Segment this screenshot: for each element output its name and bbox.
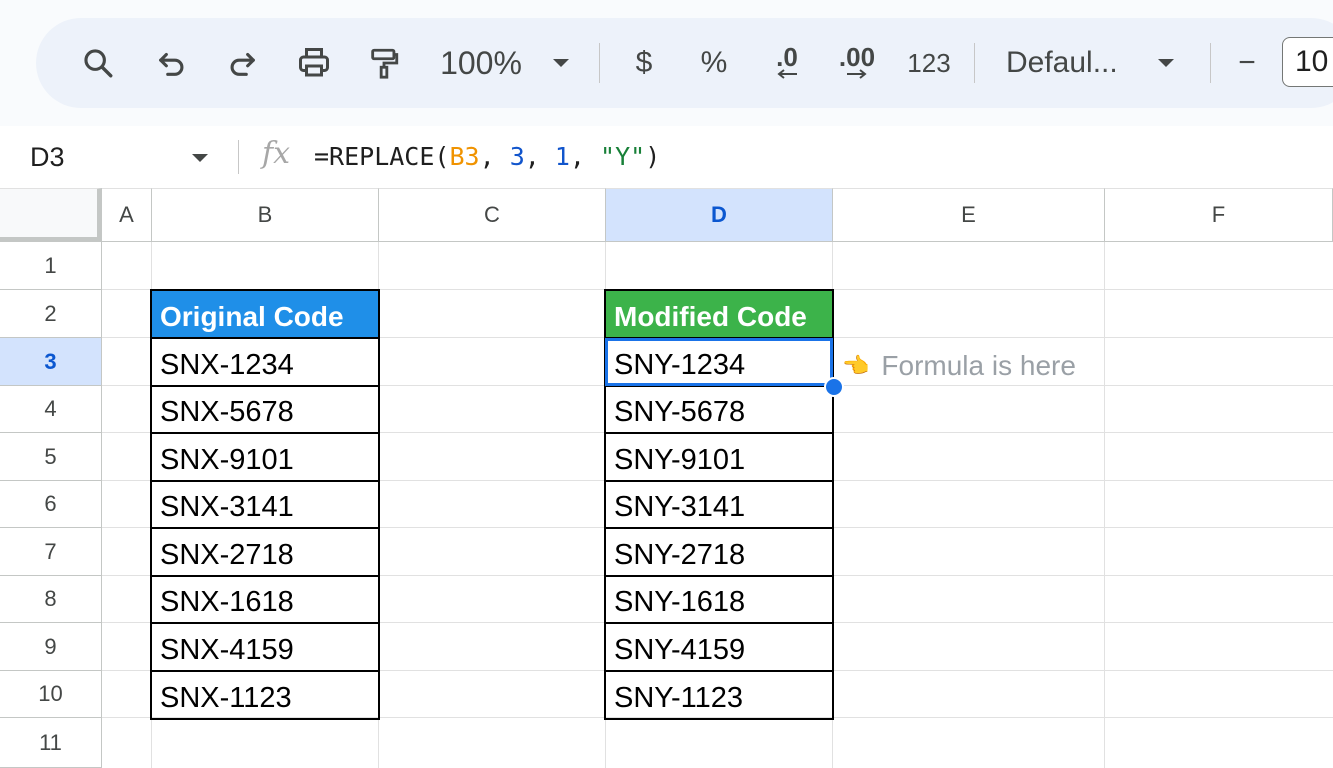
row-header-10[interactable]: 10 [0, 671, 102, 718]
gridline [1104, 242, 1105, 768]
currency-button[interactable]: $ [626, 18, 662, 108]
original-code-cell[interactable]: SNX-4159 [150, 622, 380, 672]
toolbar-divider [599, 43, 600, 83]
formula-bar: D3 fx =REPLACE(B3, 3, 1, "Y") [0, 126, 1333, 188]
fill-handle[interactable] [824, 377, 844, 397]
modified-code-cell[interactable]: SNY-1234 [604, 337, 834, 387]
font-size-input[interactable]: 10 [1282, 37, 1333, 87]
modified-code-cell[interactable]: SNY-2718 [604, 527, 834, 577]
row-header-2[interactable]: 2 [0, 290, 102, 338]
modified-code-cell[interactable]: SNY-5678 [604, 385, 834, 434]
row-header-11[interactable]: 11 [0, 718, 102, 768]
arrow-right-icon [847, 69, 867, 79]
toolbar: 100% $ % .0 .00 123 Defaul... − [36, 18, 1333, 108]
row-header-1[interactable]: 1 [0, 242, 102, 290]
row-header-4[interactable]: 4 [0, 386, 102, 433]
formula-note-text: Formula is here [881, 350, 1076, 381]
column-header-d[interactable]: D [606, 188, 833, 242]
column-header-b[interactable]: B [152, 188, 379, 242]
search-icon[interactable] [76, 18, 120, 108]
column-header-a[interactable]: A [102, 188, 152, 242]
pointing-hand-icon: 👈 [842, 353, 870, 378]
original-code-cell[interactable]: SNX-2718 [150, 527, 380, 577]
original-code-cell[interactable]: SNX-3141 [150, 480, 380, 529]
column-header-e[interactable]: E [833, 188, 1105, 242]
chevron-down-icon[interactable] [190, 151, 210, 169]
row-header-5[interactable]: 5 [0, 433, 102, 481]
name-box[interactable]: D3 [30, 126, 65, 188]
modified-code-cell[interactable]: SNY-3141 [604, 480, 834, 529]
row-header-8[interactable]: 8 [0, 576, 102, 623]
original-code-cell[interactable]: SNX-5678 [150, 385, 380, 434]
column-header-f[interactable]: F [1105, 188, 1333, 242]
toolbar-divider [974, 43, 975, 83]
fx-icon: fx [262, 136, 291, 171]
increase-decimal-button[interactable]: .00 [832, 18, 882, 108]
chevron-down-icon[interactable] [1151, 18, 1181, 108]
print-icon[interactable] [292, 18, 336, 108]
formula-bar-divider [238, 140, 239, 174]
decrease-decimal-button[interactable]: .0 [762, 18, 812, 108]
select-all-corner[interactable] [0, 188, 102, 242]
percent-button[interactable]: % [694, 18, 734, 108]
number-format-button[interactable]: 123 [902, 18, 956, 108]
zoom-value: 100% [440, 44, 522, 81]
modified-code-cell[interactable]: SNY-4159 [604, 622, 834, 672]
original-code-cell[interactable]: SNX-1618 [150, 575, 380, 624]
original-code-cell[interactable]: SNX-1234 [150, 337, 380, 387]
paint-format-icon[interactable] [362, 18, 406, 108]
column-header-c[interactable]: C [379, 188, 606, 242]
toolbar-area: 100% $ % .0 .00 123 Defaul... − 10 [0, 0, 1333, 126]
modified-code-cell[interactable]: SNY-9101 [604, 432, 834, 482]
zoom-select[interactable]: 100% [436, 18, 526, 108]
modified-code-cell[interactable]: SNY-1618 [604, 575, 834, 624]
row-header-3[interactable]: 3 [0, 338, 102, 386]
undo-icon[interactable] [150, 18, 194, 108]
formula-note: 👈 Formula is here [842, 344, 1076, 388]
row-header-9[interactable]: 9 [0, 623, 102, 671]
arrow-left-icon [777, 69, 797, 79]
row-header-6[interactable]: 6 [0, 481, 102, 528]
decrease-font-size-button[interactable]: − [1230, 18, 1264, 108]
original-code-header[interactable]: Original Code [150, 289, 380, 339]
spreadsheet-grid[interactable]: A B C D E F 1 2 3 4 5 6 7 8 9 10 11 Orig… [0, 188, 1333, 768]
modified-code-cell[interactable]: SNY-1123 [604, 670, 834, 720]
original-code-cell[interactable]: SNX-9101 [150, 432, 380, 482]
font-select[interactable]: Defaul... [1006, 18, 1136, 108]
formula-input[interactable]: =REPLACE(B3, 3, 1, "Y") [314, 126, 660, 188]
modified-code-header[interactable]: Modified Code [604, 289, 834, 339]
original-code-cell[interactable]: SNX-1123 [150, 670, 380, 720]
row-header-7[interactable]: 7 [0, 528, 102, 576]
toolbar-divider [1210, 43, 1211, 83]
redo-icon[interactable] [220, 18, 264, 108]
chevron-down-icon[interactable] [546, 18, 576, 108]
